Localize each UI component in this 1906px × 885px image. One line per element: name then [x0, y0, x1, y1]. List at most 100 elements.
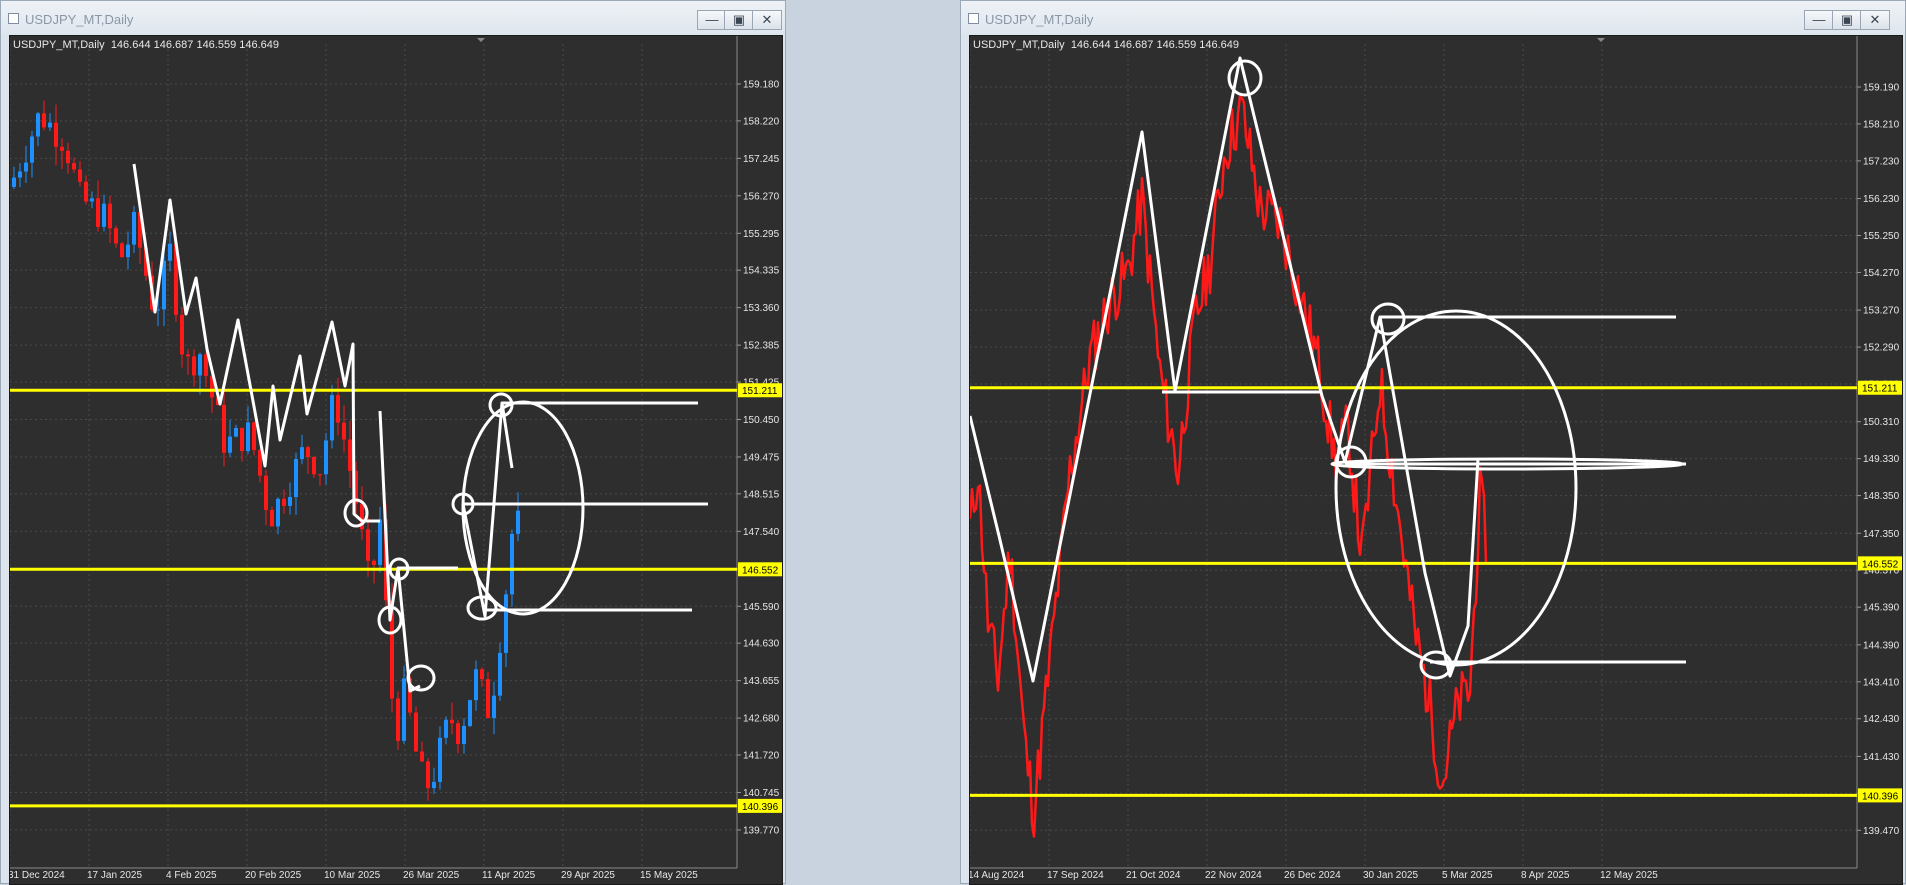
- y-tick-label: 158.210: [1863, 119, 1900, 130]
- candle-body: [516, 510, 520, 534]
- y-tick-label: 143.655: [743, 676, 780, 687]
- candle-body: [480, 669, 484, 680]
- candle-body: [372, 560, 376, 565]
- x-tick-label: 5 Mar 2025: [1442, 870, 1493, 881]
- y-tick-label: 149.330: [1863, 454, 1900, 465]
- candle-body: [252, 422, 256, 451]
- window-title: USDJPY_MT,Daily: [25, 12, 134, 27]
- candle-body: [264, 475, 268, 510]
- y-tick-label: 153.360: [743, 303, 780, 314]
- maximize-button[interactable]: ▣: [724, 10, 754, 30]
- close-button[interactable]: ✕: [1860, 10, 1890, 30]
- y-tick-label: 152.290: [1863, 343, 1900, 354]
- candle-body: [342, 422, 346, 440]
- symbol-info: USDJPY_MT,Daily 146.644 146.687 146.559 …: [13, 39, 279, 51]
- close-button[interactable]: ✕: [752, 10, 782, 30]
- candle-body: [348, 439, 352, 471]
- candle-body: [72, 163, 76, 170]
- x-tick-label: 26 Mar 2025: [403, 870, 460, 881]
- chart-canvas[interactable]: 159.190 158.210 157.230 156.230 155.250 154.2…: [969, 35, 1903, 885]
- candle-body: [276, 498, 280, 527]
- x-tick-label: 22 Nov 2024: [1205, 870, 1262, 881]
- candle-body: [324, 440, 328, 475]
- y-tick-label: 142.430: [1863, 714, 1900, 725]
- y-tick-label: 145.590: [743, 602, 780, 613]
- candle-body: [132, 211, 136, 245]
- candlestick-chart[interactable]: 159.180 158.220 157.245 156.270 155.295 154.3…: [10, 36, 782, 884]
- candle-body: [30, 136, 34, 163]
- candle-body: [114, 228, 118, 244]
- y-tick-label: 157.230: [1863, 156, 1900, 167]
- candle-body: [336, 395, 340, 423]
- candle-body: [378, 519, 382, 565]
- candle-body: [12, 177, 16, 187]
- x-tick-label: 11 Apr 2025: [482, 870, 536, 881]
- candle-body: [186, 354, 190, 357]
- x-tick-label: 20 Feb 2025: [245, 870, 302, 881]
- chart-window-right: USDJPY_MT,Daily — ▣ ✕ 159.190 158.210 157.…: [960, 0, 1906, 885]
- candle-body: [90, 198, 94, 202]
- candle-body: [288, 497, 292, 506]
- symbol-info: USDJPY_MT,Daily 146.644 146.687 146.559 …: [973, 39, 1239, 51]
- candle-body: [420, 751, 424, 762]
- candle-body: [48, 122, 52, 128]
- y-tick-label: 157.245: [743, 154, 780, 165]
- symbol-label: USDJPY_MT,Daily: [13, 39, 105, 51]
- candle-body: [444, 719, 448, 738]
- candle-body: [78, 169, 82, 182]
- window-title: USDJPY_MT,Daily: [985, 12, 1094, 27]
- y-tick-label: 147.350: [1863, 529, 1900, 540]
- y-tick-label: 156.270: [743, 191, 780, 202]
- candle-body: [294, 459, 298, 498]
- candle-body: [474, 669, 478, 701]
- candle-body: [450, 719, 454, 724]
- line-chart[interactable]: 159.190 158.210 157.230 156.230 155.250 154.2…: [970, 36, 1902, 884]
- candle-body: [24, 162, 28, 172]
- candle-body: [54, 122, 58, 147]
- x-tick-label: 8 Apr 2025: [1521, 870, 1570, 881]
- y-tick-label: 144.630: [743, 639, 780, 650]
- chart-canvas[interactable]: 159.180 158.220 157.245 156.270 155.295 154.3…: [9, 35, 783, 885]
- symbol-label: USDJPY_MT,Daily: [973, 39, 1065, 51]
- y-tick-label: 158.220: [743, 116, 780, 127]
- y-tick-label: 155.295: [743, 229, 780, 240]
- x-tick-label: 30 Jan 2025: [1363, 870, 1418, 881]
- candle-body: [468, 700, 472, 726]
- y-tick-label: 148.515: [743, 489, 780, 500]
- candle-body: [270, 509, 274, 527]
- candle-body: [66, 150, 70, 164]
- minimize-button[interactable]: —: [1804, 10, 1834, 30]
- level-price-label: 146.552: [742, 565, 779, 576]
- chart-background: [10, 36, 782, 884]
- x-tick-label: 15 May 2025: [640, 870, 698, 881]
- x-tick-label: 31 Dec 2024: [10, 870, 65, 881]
- level-price-label: 151.211: [1862, 384, 1898, 395]
- ohlc-values: 146.644 146.687 146.559 146.649: [1070, 39, 1240, 51]
- x-tick-label: 21 Oct 2024: [1126, 870, 1181, 881]
- candle-body: [300, 447, 304, 460]
- y-tick-label: 144.390: [1863, 640, 1900, 651]
- y-tick-label: 148.350: [1863, 491, 1900, 502]
- y-tick-label: 156.230: [1863, 194, 1900, 205]
- candle-body: [168, 243, 172, 261]
- minimize-button[interactable]: —: [697, 10, 727, 30]
- y-tick-label: 139.470: [1863, 826, 1900, 837]
- y-tick-label: 142.680: [743, 714, 780, 725]
- candle-body: [18, 171, 22, 178]
- x-tick-label: 14 Aug 2024: [970, 870, 1025, 881]
- candle-body: [306, 447, 310, 458]
- candle-body: [396, 698, 400, 741]
- x-tick-label: 4 Feb 2025: [166, 870, 217, 881]
- window-titlebar[interactable]: USDJPY_MT,Daily — ▣ ✕: [1, 1, 785, 35]
- maximize-button[interactable]: ▣: [1832, 10, 1862, 30]
- x-tick-label: 26 Dec 2024: [1284, 870, 1341, 881]
- level-price-label: 151.211: [742, 386, 778, 397]
- window-titlebar[interactable]: USDJPY_MT,Daily — ▣ ✕: [961, 1, 1905, 35]
- candle-body: [240, 427, 244, 452]
- candle-body: [498, 652, 502, 696]
- candle-body: [504, 594, 508, 653]
- candle-body: [312, 457, 316, 475]
- y-tick-label: 143.410: [1863, 677, 1900, 688]
- candle-body: [180, 314, 184, 355]
- y-tick-label: 153.270: [1863, 306, 1900, 317]
